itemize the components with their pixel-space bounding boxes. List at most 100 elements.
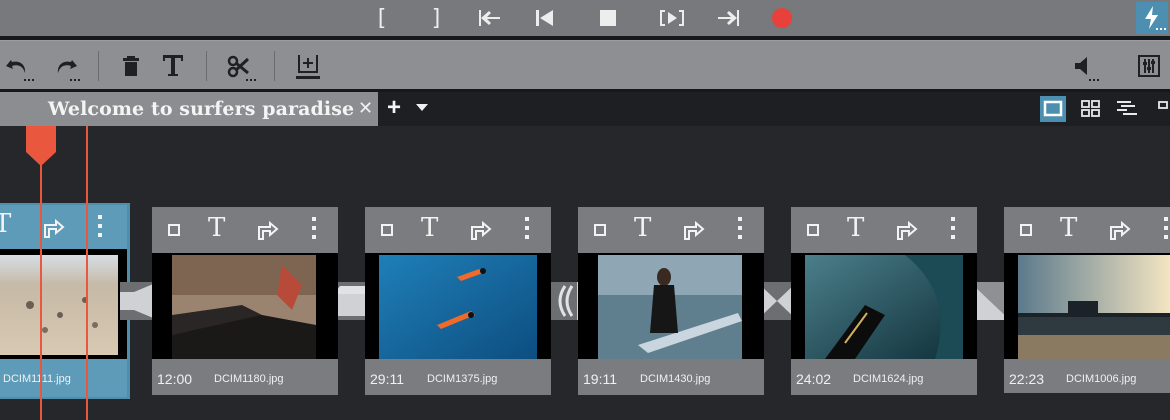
clip-4[interactable]: T 19:11 DCIM1430.jpg: [578, 207, 764, 395]
record-button[interactable]: [766, 4, 798, 32]
tab-menu-chevron-icon[interactable]: [416, 104, 428, 111]
mixer-button[interactable]: [1136, 53, 1162, 81]
more-options-icon[interactable]: [738, 217, 742, 244]
clip-footer: DCIM1111.jpg: [0, 359, 127, 397]
rotate-icon[interactable]: [895, 219, 921, 243]
rotate-icon[interactable]: [469, 219, 495, 243]
title-button[interactable]: [160, 51, 186, 79]
clip-name: DCIM1375.jpg: [427, 373, 498, 385]
more-options-icon[interactable]: [312, 217, 316, 244]
title-icon: [163, 55, 183, 76]
project-tab-title: Welcome to surfers paradise: [48, 98, 355, 120]
checkbox-icon[interactable]: [168, 224, 180, 236]
clip-thumbnail: [172, 255, 316, 359]
prev-marker-icon: [536, 10, 553, 26]
clip-thumbnail: [805, 255, 963, 359]
clip-thumbnail: [379, 255, 537, 359]
clip-body: [1004, 253, 1170, 365]
jump-to-end-button[interactable]: [712, 4, 744, 32]
clip-body: [791, 253, 977, 365]
checkbox-icon[interactable]: [1020, 224, 1032, 236]
mark-out-button[interactable]: ]: [420, 4, 452, 32]
add-tab-button[interactable]: +: [387, 94, 401, 122]
timeline-view-icon: [1117, 101, 1137, 115]
playhead-handle[interactable]: [26, 126, 56, 166]
more-options-icon[interactable]: [1164, 217, 1168, 244]
scissors-button[interactable]: [226, 53, 258, 83]
rotate-icon[interactable]: [1108, 219, 1134, 243]
clip-duration: 12:00: [157, 371, 193, 387]
clip-1[interactable]: T DCIM1111.jpg: [0, 205, 127, 397]
clip-2[interactable]: T 12:00 DCIM1180.jpg: [152, 207, 338, 395]
prev-marker-button[interactable]: [528, 4, 560, 32]
clip-6[interactable]: T 22:23 DCIM1006.jpg: [1004, 207, 1170, 393]
insert-icon: [296, 55, 320, 79]
jump-to-start-button[interactable]: [474, 4, 506, 32]
clip-body: [365, 253, 551, 365]
transport-bar: [ ]: [0, 0, 1170, 36]
more-options-icon[interactable]: [98, 215, 102, 242]
clip-name: DCIM1624.jpg: [853, 373, 924, 385]
undo-button[interactable]: [4, 53, 36, 83]
quick-export-icon: [1145, 6, 1166, 30]
stop-button[interactable]: [592, 4, 624, 32]
mark-in-button[interactable]: [: [366, 4, 398, 32]
title-icon[interactable]: T: [208, 213, 225, 243]
checkbox-icon[interactable]: [381, 224, 393, 236]
clip-footer: 19:11 DCIM1430.jpg: [578, 359, 764, 395]
jump-to-start-icon: [479, 10, 500, 26]
redo-button[interactable]: [50, 53, 82, 83]
storyboard-view-button[interactable]: [1040, 96, 1066, 122]
stop-icon: [600, 10, 616, 26]
clip-5[interactable]: T 24:02 DCIM1624.jpg: [791, 207, 977, 395]
project-tab[interactable]: Welcome to surfers paradise ✕: [0, 92, 378, 126]
title-icon[interactable]: T: [1060, 213, 1077, 243]
clip-header: T: [791, 207, 977, 253]
clip-header: T: [1004, 207, 1170, 253]
close-tab-icon[interactable]: ✕: [358, 98, 373, 119]
clip-duration: 29:11: [370, 371, 404, 387]
play-range-icon: [660, 10, 684, 26]
clip-name: DCIM1111.jpg: [3, 373, 71, 385]
checkbox-icon[interactable]: [807, 224, 819, 236]
delete-button[interactable]: [120, 53, 142, 79]
clip-duration: 24:02: [796, 371, 832, 387]
title-icon[interactable]: T: [0, 209, 11, 239]
clip-header: T: [365, 207, 551, 253]
quick-export-button[interactable]: [1136, 2, 1168, 34]
volume-button[interactable]: [1072, 53, 1100, 83]
title-icon[interactable]: T: [634, 213, 651, 243]
title-icon[interactable]: T: [847, 213, 864, 243]
toolbar-separator: [206, 51, 207, 81]
rotate-icon[interactable]: [42, 217, 68, 241]
more-views-button[interactable]: [1156, 96, 1170, 122]
checkbox-icon[interactable]: [594, 224, 606, 236]
clip-footer: 29:11 DCIM1375.jpg: [365, 359, 551, 395]
clip-body: [578, 253, 764, 365]
timeline-view-button[interactable]: [1114, 96, 1140, 122]
edit-toolbar: [0, 40, 1170, 90]
clip-3[interactable]: T 29:11 DCIM1375.jpg: [365, 207, 551, 395]
insert-button[interactable]: [294, 51, 324, 81]
jump-to-end-icon: [718, 10, 739, 26]
rotate-icon[interactable]: [682, 219, 708, 243]
clip-footer: 12:00 DCIM1180.jpg: [152, 359, 338, 395]
more-options-icon[interactable]: [525, 217, 529, 244]
storyboard-view-icon: [1043, 100, 1063, 117]
grid-view-button[interactable]: [1078, 96, 1104, 122]
mark-in-icon: [: [377, 5, 387, 31]
clip-header: T: [578, 207, 764, 253]
rotate-icon[interactable]: [256, 219, 282, 243]
clip-duration: 19:11: [583, 371, 617, 387]
title-icon[interactable]: T: [421, 213, 438, 243]
clip-name: DCIM1006.jpg: [1066, 373, 1137, 385]
scissors-icon: [227, 55, 256, 81]
more-options-icon[interactable]: [951, 217, 955, 244]
play-range-button[interactable]: [656, 4, 688, 32]
delete-icon: [123, 56, 139, 76]
playhead-line: [40, 126, 42, 420]
record-icon: [772, 8, 792, 28]
clip-thumbnail: [0, 255, 118, 355]
toolbar-separator: [98, 51, 99, 81]
clip-header: T: [152, 207, 338, 253]
